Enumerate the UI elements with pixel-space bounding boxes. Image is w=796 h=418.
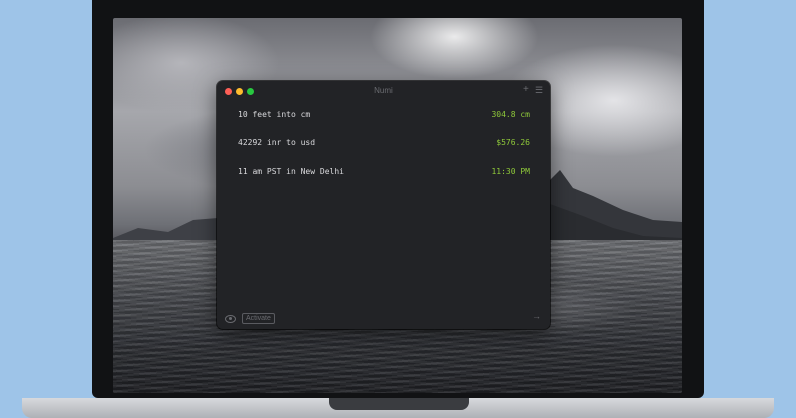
calc-row[interactable]: 42292 inr to usd $576.26 [238, 136, 530, 150]
eye-icon[interactable] [225, 315, 236, 323]
numi-window[interactable]: Numi + ☰ 10 feet into cm 304.8 cm 42292 … [217, 81, 550, 329]
activate-button[interactable]: Activate [242, 313, 275, 324]
window-title: Numi [374, 86, 393, 95]
result-text: 304.8 cm [491, 110, 530, 119]
expression-text[interactable]: 42292 inr to usd [238, 136, 315, 150]
arrow-right-icon[interactable]: → [532, 311, 541, 321]
result-text: 11:30 PM [491, 167, 530, 176]
expression-text[interactable]: 11 am PST in New Delhi [238, 165, 344, 179]
hamburger-menu-icon[interactable]: ☰ [535, 84, 543, 96]
title-bar[interactable]: Numi + ☰ [217, 81, 550, 101]
result-text: $576.26 [496, 138, 530, 147]
calc-row[interactable]: 10 feet into cm 304.8 cm [238, 108, 530, 122]
calc-row[interactable]: 11 am PST in New Delhi 11:30 PM [238, 165, 530, 179]
plus-icon[interactable]: + [523, 84, 529, 96]
expression-text[interactable]: 10 feet into cm [238, 108, 310, 122]
laptop-notch [329, 398, 469, 410]
